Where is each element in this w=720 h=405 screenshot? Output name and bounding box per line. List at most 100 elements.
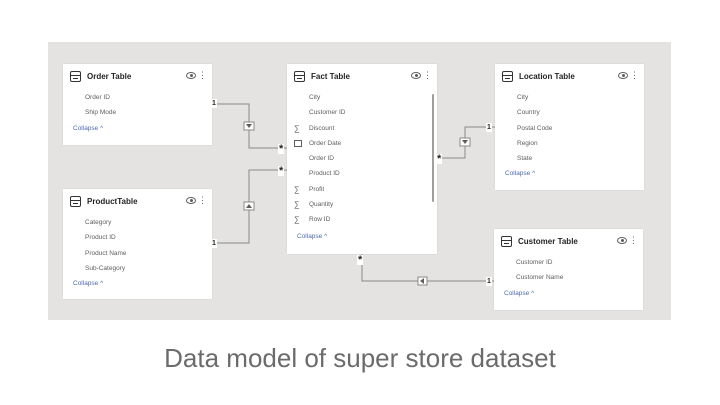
visibility-icon[interactable] — [617, 237, 627, 244]
field-label: Order ID — [309, 155, 334, 163]
table-title: Location Table — [519, 71, 575, 81]
field-item[interactable]: Sub-Category — [63, 261, 212, 276]
cardinality-many: * — [278, 143, 285, 155]
field-item[interactable]: City — [287, 90, 437, 105]
field-list: City Country Postal Code Region State — [495, 90, 644, 166]
table-title: Order Table — [87, 71, 132, 81]
field-label: Category — [85, 219, 112, 226]
sigma-icon: ∑ — [294, 215, 300, 225]
field-item[interactable]: Customer ID — [494, 255, 643, 270]
field-item[interactable]: Product ID — [287, 166, 437, 181]
cardinality-many: * — [357, 254, 364, 266]
field-list: Order ID Ship Mode — [63, 90, 212, 121]
field-label: Product Name — [85, 249, 127, 257]
field-label: Customer ID — [309, 109, 346, 117]
table-icon — [70, 195, 81, 207]
field-label: Country — [517, 109, 540, 117]
order-table-header[interactable]: Order Table ⋮ — [63, 64, 212, 88]
field-label: Region — [517, 139, 538, 147]
collapse-link[interactable]: Collapse ^ — [494, 290, 643, 297]
table-icon — [502, 70, 513, 82]
table-title: ProductTable — [87, 196, 138, 206]
field-item[interactable]: Order ID — [63, 90, 212, 105]
customer-table-header[interactable]: Customer Table ⋮ — [494, 229, 643, 253]
field-label: State — [517, 155, 533, 163]
field-list: City Customer ID ∑ Discount Order Date Or… — [287, 90, 437, 228]
field-item[interactable]: Ship Mode — [63, 105, 212, 120]
cardinality-one: 1 — [211, 99, 217, 108]
visibility-icon[interactable] — [186, 72, 196, 79]
location-table-header[interactable]: Location Table ⋮ — [495, 64, 644, 88]
more-options-icon[interactable]: ⋮ — [198, 70, 207, 80]
fact-table-card[interactable]: Fact Table ⋮ City Customer ID ∑ Discount … — [287, 64, 437, 254]
field-label: City — [517, 94, 529, 101]
collapse-link[interactable]: Collapse ^ — [63, 125, 212, 132]
collapse-link[interactable]: Collapse ^ — [287, 233, 437, 240]
field-list: Customer ID Customer Name — [494, 255, 643, 286]
visibility-icon[interactable] — [618, 72, 628, 79]
field-label: Order Date — [309, 139, 342, 147]
field-item[interactable]: Customer Name — [494, 270, 643, 285]
cardinality-one: 1 — [486, 277, 492, 286]
field-label: Customer ID — [516, 259, 553, 266]
more-options-icon[interactable]: ⋮ — [423, 70, 432, 80]
field-item[interactable]: Region — [495, 136, 644, 151]
field-item[interactable]: ∑ Quantity — [287, 197, 437, 212]
customer-table-card[interactable]: Customer Table ⋮ Customer ID Customer Na… — [494, 229, 643, 310]
field-label: Postal Code — [517, 124, 553, 132]
more-options-icon[interactable]: ⋮ — [630, 70, 639, 80]
field-item[interactable]: ∑ Profit — [287, 182, 437, 197]
sigma-icon: ∑ — [294, 123, 300, 133]
field-label: Profit — [309, 185, 325, 193]
field-item[interactable]: Order ID — [287, 151, 437, 166]
visibility-icon[interactable] — [186, 197, 196, 204]
fact-table-header[interactable]: Fact Table ⋮ — [287, 64, 437, 88]
product-table-card[interactable]: ProductTable ⋮ Category Product ID Produ… — [63, 189, 212, 299]
sigma-icon: ∑ — [294, 200, 300, 210]
field-label: Discount — [309, 124, 335, 132]
location-table-card[interactable]: Location Table ⋮ City Country Postal Cod… — [495, 64, 644, 190]
field-item[interactable]: City — [495, 90, 644, 105]
table-title: Fact Table — [311, 71, 350, 81]
field-item[interactable]: State — [495, 151, 644, 166]
field-item[interactable]: ∑ Row ID — [287, 212, 437, 227]
calendar-icon — [294, 139, 302, 147]
more-options-icon[interactable]: ⋮ — [198, 195, 207, 205]
collapse-link[interactable]: Collapse ^ — [495, 170, 644, 177]
field-item[interactable]: Order Date — [287, 136, 437, 151]
field-label: Product ID — [309, 170, 340, 178]
field-label: Order ID — [85, 94, 110, 101]
scrollbar[interactable] — [432, 94, 434, 202]
field-item[interactable]: Product Name — [63, 246, 212, 261]
visibility-icon[interactable] — [411, 72, 421, 79]
table-icon — [294, 70, 305, 82]
field-label: City — [309, 94, 321, 101]
field-label: Quantity — [309, 201, 334, 209]
field-item[interactable]: Product ID — [63, 230, 212, 245]
field-item[interactable]: Customer ID — [287, 105, 437, 120]
field-label: Customer Name — [516, 274, 564, 282]
order-table-card[interactable]: Order Table ⋮ Order ID Ship Mode Collaps… — [63, 64, 212, 145]
table-icon — [501, 235, 512, 247]
field-item[interactable]: ∑ Discount — [287, 121, 437, 136]
table-icon — [70, 70, 81, 82]
field-item[interactable]: Country — [495, 105, 644, 120]
figure-caption: Data model of super store dataset — [164, 343, 556, 373]
field-item[interactable]: Postal Code — [495, 121, 644, 136]
collapse-link[interactable]: Collapse ^ — [63, 280, 212, 287]
field-list: Category Product ID Product Name Sub-Cat… — [63, 215, 212, 276]
more-options-icon[interactable]: ⋮ — [629, 235, 638, 245]
field-label: Sub-Category — [85, 264, 126, 272]
cardinality-many: * — [278, 165, 285, 177]
cardinality-many: * — [436, 153, 443, 165]
cardinality-one: 1 — [486, 123, 492, 132]
table-title: Customer Table — [518, 236, 578, 246]
sigma-icon: ∑ — [294, 184, 300, 194]
field-label: Row ID — [309, 216, 331, 224]
field-label: Product ID — [85, 234, 116, 242]
relationship-customer-fact — [361, 254, 494, 282]
product-table-header[interactable]: ProductTable ⋮ — [63, 189, 212, 213]
field-label: Ship Mode — [85, 109, 117, 117]
cardinality-one: 1 — [211, 239, 217, 248]
field-item[interactable]: Category — [63, 215, 212, 230]
